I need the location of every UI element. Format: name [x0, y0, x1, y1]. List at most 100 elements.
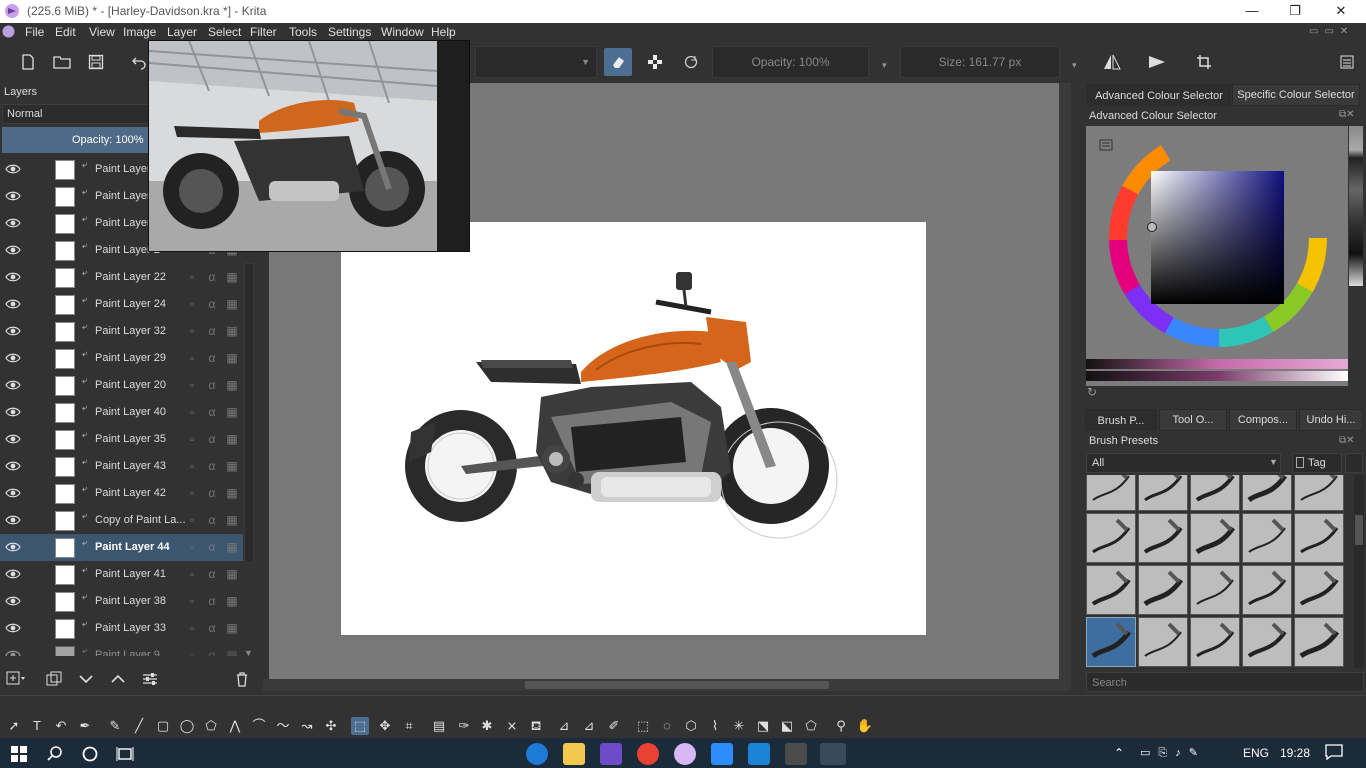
- smart-patch-icon[interactable]: ✱: [478, 717, 496, 735]
- add-layer-icon[interactable]: [6, 671, 26, 687]
- menu-layer[interactable]: Layer: [167, 25, 197, 39]
- freehand-brush-icon[interactable]: ✎: [106, 717, 124, 735]
- inherit-alpha-icon[interactable]: ⤶: [82, 375, 92, 385]
- duplicate-layer-icon[interactable]: [46, 671, 62, 687]
- rectangle-tool-icon[interactable]: ▢: [154, 717, 172, 735]
- calligraphy-icon[interactable]: ✒: [76, 717, 94, 735]
- alpha-lock-layer-icon[interactable]: α: [205, 459, 219, 473]
- menu-tools[interactable]: Tools: [289, 25, 317, 39]
- inherit-alpha-icon[interactable]: ⤶: [82, 240, 92, 250]
- scroll-down-icon[interactable]: ▼: [244, 648, 253, 658]
- alpha-lock-layer-icon[interactable]: α: [205, 432, 219, 446]
- layer-lock-icon[interactable]: ▫: [185, 378, 199, 392]
- select-shapes-icon[interactable]: ➚: [5, 717, 23, 735]
- layer-transparency-icon[interactable]: ▦: [225, 351, 239, 365]
- layer-lock-icon[interactable]: ▫: [185, 432, 199, 446]
- edit-shapes-icon[interactable]: ↶: [52, 717, 70, 735]
- inherit-alpha-icon[interactable]: ⤶: [82, 483, 92, 493]
- menu-file[interactable]: File: [25, 25, 44, 39]
- windows-start-icon[interactable]: [8, 743, 30, 765]
- inherit-alpha-icon[interactable]: ⤶: [82, 294, 92, 304]
- mirror-vertical-icon[interactable]: [1143, 48, 1171, 76]
- brush-preset-item[interactable]: [1242, 475, 1292, 511]
- move-tool-icon[interactable]: ✥: [376, 717, 394, 735]
- tab-advanced-colour-selector[interactable]: Advanced Colour Selector: [1087, 84, 1231, 106]
- alpha-lock-layer-icon[interactable]: α: [205, 567, 219, 581]
- alpha-lock-layer-icon[interactable]: α: [205, 297, 219, 311]
- visibility-eye-icon[interactable]: [5, 297, 21, 311]
- language-indicator[interactable]: ENG: [1243, 746, 1269, 760]
- visibility-eye-icon[interactable]: [5, 513, 21, 527]
- close-button[interactable]: ✕: [1318, 0, 1364, 23]
- brush-preset-item[interactable]: [1190, 617, 1240, 667]
- pan-pin-icon[interactable]: ✐: [605, 717, 623, 735]
- colour-slider-2[interactable]: [1086, 371, 1348, 381]
- layer-transparency-icon[interactable]: ▦: [225, 324, 239, 338]
- layer-transparency-icon[interactable]: ▦: [225, 270, 239, 284]
- menu-filter[interactable]: Filter: [250, 25, 277, 39]
- brush-preset-item[interactable]: [1138, 513, 1188, 563]
- visibility-eye-icon[interactable]: [5, 432, 21, 446]
- layer-row[interactable]: ⤶ Paint Layer 24 ▫ α ▦: [0, 291, 243, 318]
- alpha-lock-icon[interactable]: [641, 48, 669, 76]
- colour-refresh-icon[interactable]: ↻: [1087, 385, 1101, 399]
- brush-preset-item[interactable]: [1138, 475, 1188, 511]
- layer-list-scrollbar[interactable]: [244, 263, 254, 563]
- layer-transparency-icon[interactable]: ▦: [225, 567, 239, 581]
- davinci-icon[interactable]: [785, 743, 807, 765]
- mirror-horizontal-icon[interactable]: [1098, 48, 1126, 76]
- edge-browser-icon[interactable]: [526, 743, 548, 765]
- bezier-select-icon[interactable]: ⬕: [778, 717, 796, 735]
- inherit-alpha-icon[interactable]: ⤶: [82, 213, 92, 223]
- alpha-lock-layer-icon[interactable]: α: [205, 621, 219, 635]
- freehand-select-icon[interactable]: ⌇: [706, 717, 724, 735]
- layer-row[interactable]: ⤶ Paint Layer 32 ▫ α ▦: [0, 318, 243, 345]
- brush-preset-item[interactable]: [1190, 513, 1240, 563]
- crop-tool-icon[interactable]: ⌗: [400, 717, 418, 735]
- alpha-lock-layer-icon[interactable]: α: [205, 270, 219, 284]
- maximize-button[interactable]: ❐: [1272, 0, 1318, 23]
- colour-history-strip[interactable]: [1349, 126, 1363, 286]
- delete-layer-icon[interactable]: [234, 671, 250, 687]
- layer-transparency-icon[interactable]: ▦: [225, 378, 239, 392]
- menu-edit[interactable]: Edit: [55, 25, 76, 39]
- layer-lock-icon[interactable]: ▫: [185, 459, 199, 473]
- move-layer-up-icon[interactable]: [110, 671, 126, 687]
- brush-preset-item[interactable]: [1086, 475, 1136, 511]
- ellipse-tool-icon[interactable]: ◯: [178, 717, 196, 735]
- layer-row[interactable]: ⤶ Paint Layer 42 ▫ α ▦: [0, 480, 243, 507]
- layer-row[interactable]: ⤶ Paint Layer 20 ▫ α ▦: [0, 372, 243, 399]
- drawing-canvas[interactable]: [341, 222, 926, 635]
- notifications-icon[interactable]: [1325, 744, 1343, 761]
- layer-lock-icon[interactable]: ▫: [185, 540, 199, 554]
- opacity-slider[interactable]: Opacity: 100%: [712, 46, 869, 78]
- tab-undo-history[interactable]: Undo Hi...: [1299, 409, 1363, 431]
- size-spin-icon[interactable]: ▾: [1072, 60, 1077, 71]
- menu-image[interactable]: Image: [123, 25, 156, 39]
- brush-scroll-thumb[interactable]: [1355, 515, 1363, 545]
- layer-transparency-icon[interactable]: ▦: [225, 540, 239, 554]
- alpha-lock-layer-icon[interactable]: α: [205, 648, 219, 656]
- layer-lock-icon[interactable]: ▫: [185, 513, 199, 527]
- layer-transparency-icon[interactable]: ▦: [225, 513, 239, 527]
- zoom-icon[interactable]: [711, 743, 733, 765]
- layer-transparency-icon[interactable]: ▦: [225, 594, 239, 608]
- save-icon[interactable]: [82, 48, 110, 76]
- brush-preset-item[interactable]: [1242, 617, 1292, 667]
- layer-row[interactable]: ⤶ Paint Layer 33 ▫ α ▦: [0, 615, 243, 642]
- app-menu-icon[interactable]: [2, 25, 15, 38]
- layer-lock-icon[interactable]: ▫: [185, 486, 199, 500]
- brush-preset-item[interactable]: [1294, 565, 1344, 615]
- size-slider[interactable]: Size: 161.77 px: [900, 46, 1060, 78]
- brush-preset-item[interactable]: [1086, 513, 1136, 563]
- polygon-tool-icon[interactable]: ⬠: [202, 717, 220, 735]
- visibility-eye-icon[interactable]: [5, 486, 21, 500]
- mdi-controls[interactable]: ▭▭✕: [1309, 26, 1363, 38]
- visibility-eye-icon[interactable]: [5, 270, 21, 284]
- tray-status-icons[interactable]: ▭⎘♪✎: [1140, 746, 1206, 760]
- reference-tool-icon[interactable]: ⊿: [580, 717, 598, 735]
- visibility-eye-icon[interactable]: [5, 378, 21, 392]
- brush-preset-item[interactable]: [1294, 513, 1344, 563]
- vertical-scrollbar[interactable]: [1059, 83, 1071, 680]
- layer-lock-icon[interactable]: ▫: [185, 405, 199, 419]
